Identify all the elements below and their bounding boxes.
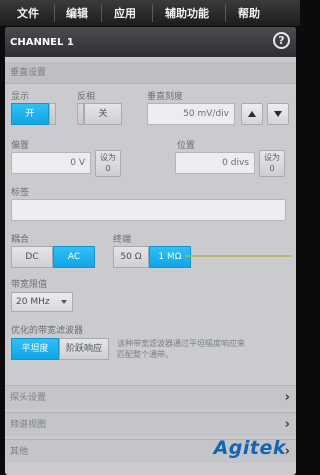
vertical-scale-field[interactable]: 50 mV/div [147, 103, 235, 125]
filter-label: 优化的带宽滤波器 [11, 326, 84, 336]
scale-down-button[interactable] [267, 103, 289, 125]
coupling-dc-button[interactable]: DC [11, 246, 53, 268]
app-window: 文件 编辑 应用 辅助功能 帮助 CHANNEL 1 ? 垂直设置 显示 开 反… [0, 0, 300, 475]
invert-toggle[interactable]: 关 [77, 103, 122, 125]
help-glyph: ? [278, 34, 285, 47]
filter-description: 该种带宽滤波器通过平坦幅度响应来 匹配整个通带。 [117, 338, 293, 360]
help-circle-icon[interactable]: ? [273, 32, 290, 49]
invert-label: 反相 [77, 92, 96, 102]
section-probe-settings-label: 探头设置 [10, 393, 47, 403]
invert-toggle-handle[interactable] [77, 103, 84, 125]
scale-up-button[interactable] [241, 103, 263, 125]
menu-divider [54, 4, 55, 22]
display-toggle-handle[interactable] [49, 103, 56, 125]
section-spectrum-view-label: 频谱视图 [10, 420, 47, 430]
position-field[interactable]: 0 divs [175, 152, 255, 174]
menu-help[interactable]: 帮助 [238, 5, 260, 21]
waveform-trace [185, 255, 291, 257]
arrow-up-icon [248, 111, 256, 117]
offset-set-zero-button[interactable]: 设为 0 [95, 150, 121, 177]
filter-step-response-button[interactable]: 阶跃响应 [59, 338, 109, 360]
coupling-selector[interactable]: DC AC [11, 246, 95, 268]
panel-title: CHANNEL 1 [10, 36, 74, 48]
offset-label: 偏置 [11, 141, 30, 151]
offset-set-line1: 设为 [100, 153, 116, 162]
display-label: 显示 [11, 92, 30, 102]
chevron-right-icon: › [284, 390, 290, 405]
tag-label: 标签 [11, 188, 30, 198]
chevron-right-icon: › [284, 417, 290, 432]
filter-flatness-button[interactable]: 平坦度 [11, 338, 59, 360]
menu-bar: 文件 编辑 应用 辅助功能 帮助 [0, 0, 300, 26]
termination-50ohm-button[interactable]: 50 Ω [113, 246, 149, 268]
tag-input[interactable] [11, 199, 286, 221]
coupling-label: 耦合 [11, 235, 30, 245]
bandwidth-value: 20 MHz [16, 297, 50, 307]
position-label: 位置 [177, 141, 196, 151]
position-set-line1: 设为 [264, 153, 280, 162]
bandwidth-label: 带宽限值 [11, 280, 48, 290]
scale-label: 垂直刻度 [147, 92, 184, 102]
section-spectrum-view[interactable]: 频谱视图 › [5, 412, 296, 436]
vertical-settings-header[interactable]: 垂直设置 [5, 62, 296, 84]
section-probe-settings[interactable]: 探头设置 › [5, 385, 296, 409]
filter-selector[interactable]: 平坦度 阶跃响应 [11, 338, 109, 360]
menu-divider [152, 4, 153, 22]
chevron-down-icon [61, 300, 67, 304]
panel-title-bar: CHANNEL 1 ? [5, 27, 296, 57]
display-on-button[interactable]: 开 [11, 103, 49, 125]
offset-set-line2: 0 [105, 164, 111, 173]
filter-description-line2: 匹配整个通带。 [117, 350, 173, 359]
termination-1mohm-button[interactable]: 1 MΩ [149, 246, 191, 268]
coupling-ac-button[interactable]: AC [53, 246, 95, 268]
bandwidth-select[interactable]: 20 MHz [11, 292, 73, 312]
menu-divider [225, 4, 226, 22]
display-toggle[interactable]: 开 [11, 103, 56, 125]
menu-file[interactable]: 文件 [17, 5, 39, 21]
invert-off-button[interactable]: 关 [84, 103, 122, 125]
termination-label: 终端 [113, 235, 132, 245]
position-set-zero-button[interactable]: 设为 0 [259, 150, 285, 177]
menu-edit[interactable]: 编辑 [66, 5, 88, 21]
arrow-down-icon [274, 111, 282, 117]
section-other-label: 其他 [10, 447, 29, 457]
agitek-logo: Agitek [213, 437, 286, 459]
menu-accessibility[interactable]: 辅助功能 [165, 5, 209, 21]
menu-apps[interactable]: 应用 [114, 5, 136, 21]
offset-field[interactable]: 0 V [11, 152, 91, 174]
channel-panel: CHANNEL 1 ? 垂直设置 显示 开 反相 关 垂直刻度 50 mV/di… [5, 27, 296, 475]
filter-description-line1: 该种带宽滤波器通过平坦幅度响应来 [117, 339, 245, 348]
termination-selector[interactable]: 50 Ω 1 MΩ [113, 246, 191, 268]
menu-divider [101, 4, 102, 22]
position-set-line2: 0 [269, 164, 275, 173]
